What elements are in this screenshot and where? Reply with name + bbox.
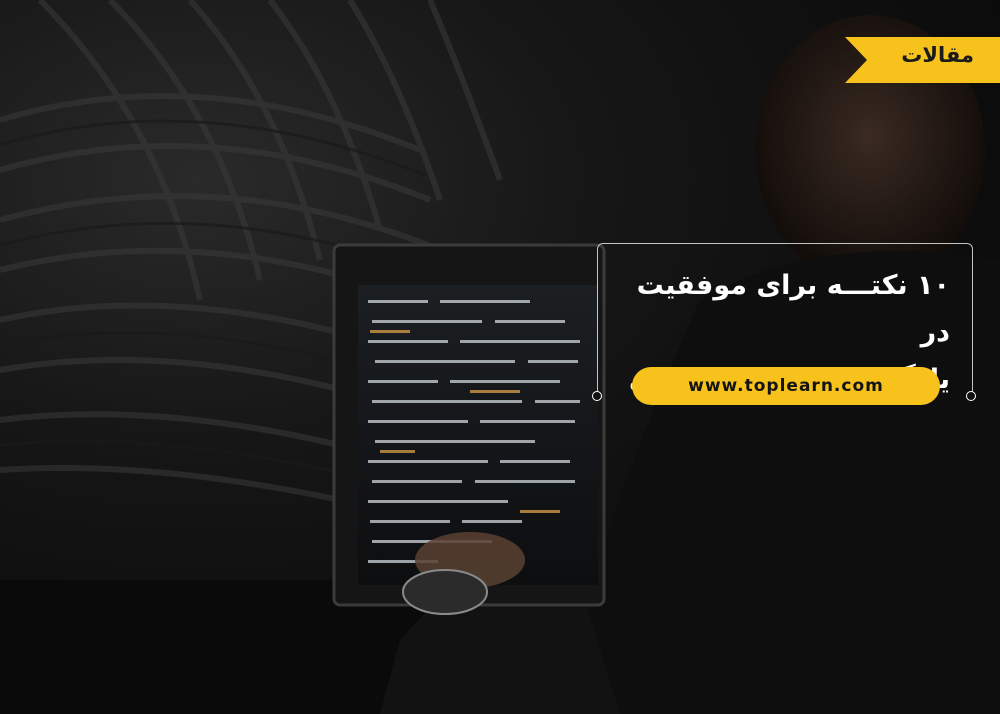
category-ribbon[interactable]: مقالات [845, 37, 1000, 83]
frame-corner-dot-right [966, 391, 976, 401]
frame-corner-dot-left [592, 391, 602, 401]
title-line-1: ۱۰ نکتـــه برای موفقیت در [636, 270, 950, 348]
site-url-badge[interactable]: www.toplearn.com [632, 367, 940, 405]
category-label: مقالات [901, 43, 974, 67]
hero-banner: مقالات ۱۰ نکتـــه برای موفقیت در یادگیــ… [0, 0, 1000, 714]
